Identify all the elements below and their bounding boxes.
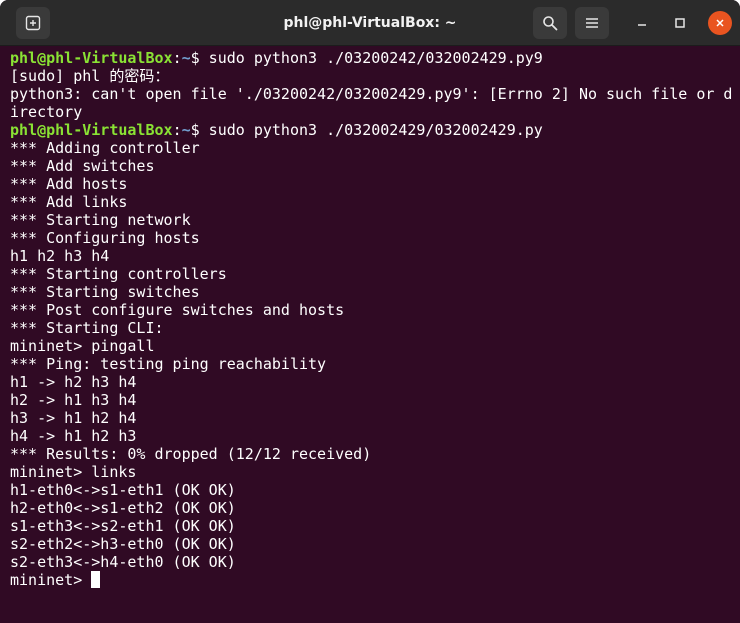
- terminal-window: phl@phl-VirtualBox: ~ phl@phl-VirtualBox…: [0, 0, 740, 623]
- minimize-button[interactable]: [630, 11, 654, 35]
- output-line: s2-eth3<->h4-eth0 (OK OK): [10, 553, 236, 571]
- output-line: h2 -> h1 h3 h4: [10, 391, 137, 409]
- title-bar: phl@phl-VirtualBox: ~: [0, 0, 740, 46]
- output-line: *** Starting network: [10, 211, 191, 229]
- output-line: s1-eth3<->s2-eth1 (OK OK): [10, 517, 236, 535]
- output-line: *** Post configure switches and hosts: [10, 301, 345, 319]
- command-text: $ sudo python3 ./032002429/032002429.py: [190, 121, 543, 139]
- output-line: h4 -> h1 h2 h3: [10, 427, 137, 445]
- output-line: irectory: [10, 103, 83, 121]
- maximize-button[interactable]: [668, 11, 692, 35]
- prompt-path: ~: [181, 49, 191, 67]
- output-line: *** Starting switches: [10, 283, 200, 301]
- output-line: *** Starting CLI:: [10, 319, 164, 337]
- prompt-user: phl@phl-VirtualBox: [10, 49, 173, 67]
- output-line: [sudo] phl 的密码：: [10, 67, 170, 85]
- command-text: $ sudo python3 ./03200242/032002429.py9: [190, 49, 543, 67]
- output-line: *** Add hosts: [10, 175, 128, 193]
- new-tab-icon: [25, 15, 41, 31]
- terminal-output[interactable]: phl@phl-VirtualBox:~$ sudo python3 ./032…: [10, 49, 735, 619]
- output-line: *** Results: 0% dropped (12/12 received): [10, 445, 372, 463]
- output-line: python3: can't open file './03200242/032…: [10, 85, 733, 103]
- close-icon: [716, 19, 724, 27]
- current-prompt-line[interactable]: mininet>: [10, 571, 735, 589]
- search-button[interactable]: [533, 7, 567, 39]
- output-line: mininet> links: [10, 463, 137, 481]
- output-line: h1 -> h2 h3 h4: [10, 373, 137, 391]
- output-line: *** Configuring hosts: [10, 229, 200, 247]
- close-button[interactable]: [708, 11, 732, 35]
- hamburger-menu-icon: [586, 18, 598, 28]
- output-line: *** Ping: testing ping reachability: [10, 355, 327, 373]
- output-line: s2-eth2<->h3-eth0 (OK OK): [10, 535, 236, 553]
- output-line: h1-eth0<->s1-eth1 (OK OK): [10, 481, 236, 499]
- output-line: *** Add switches: [10, 157, 155, 175]
- menu-button[interactable]: [575, 7, 609, 39]
- output-line: h2-eth0<->s1-eth2 (OK OK): [10, 499, 236, 517]
- new-tab-button[interactable]: [16, 7, 50, 39]
- mininet-prompt: mininet>: [10, 571, 92, 589]
- prompt-separator: :: [172, 49, 182, 67]
- text-cursor: [91, 571, 101, 588]
- output-line: h3 -> h1 h2 h4: [10, 409, 137, 427]
- window-title: phl@phl-VirtualBox: ~: [283, 15, 457, 31]
- output-line: *** Starting controllers: [10, 265, 227, 283]
- output-line: mininet> pingall: [10, 337, 155, 355]
- output-line: *** Add links: [10, 193, 128, 211]
- command-line: phl@phl-VirtualBox:~$ sudo python3 ./032…: [10, 49, 735, 67]
- maximize-icon: [675, 18, 685, 28]
- command-line: phl@phl-VirtualBox:~$ sudo python3 ./032…: [10, 121, 735, 139]
- search-icon: [543, 16, 558, 31]
- output-line: h1 h2 h3 h4: [10, 247, 110, 265]
- prompt-user: phl@phl-VirtualBox: [10, 121, 173, 139]
- minimize-icon: [638, 24, 646, 26]
- output-line: *** Adding controller: [10, 139, 200, 157]
- prompt-separator: :: [172, 121, 182, 139]
- prompt-path: ~: [181, 121, 191, 139]
